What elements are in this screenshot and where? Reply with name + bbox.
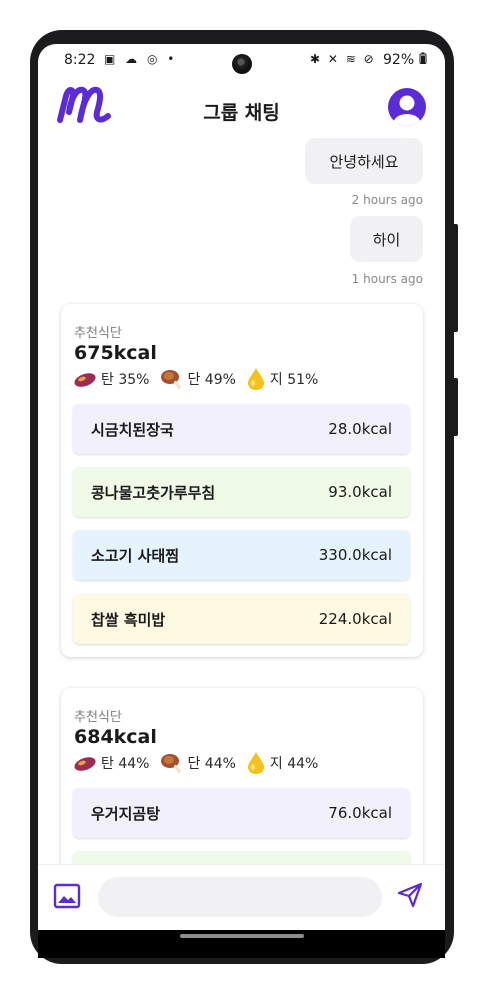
meat-icon: [161, 754, 182, 773]
page-title: 그룹 채팅: [203, 102, 280, 124]
battery-level: 92%: [383, 52, 427, 68]
app-screen: 8:22 ▣ ☁ ◎ • ✱ ✕ ≋ ⊘ 92% 그룹 채팅 안녕하세요 2 h: [38, 44, 445, 930]
chat-message: 안녕하세요: [329, 152, 399, 171]
message-input[interactable]: [98, 877, 382, 917]
food-name: 우거지곰탕: [91, 804, 161, 823]
food-item[interactable]: 시금치된장국 28.0kcal: [73, 404, 410, 454]
send-icon[interactable]: [396, 881, 424, 909]
macro-protein: 단 49%: [159, 368, 236, 390]
food-name: 콩나물고춧가루무침: [91, 483, 216, 502]
chat-message: 하이: [372, 230, 401, 249]
food-name: 시금치된장국: [91, 420, 174, 439]
food-kcal: 28.0kcal: [328, 420, 392, 438]
notification-icons: ▣ ☁ ◎ •: [104, 52, 178, 66]
macro-fat: 지 51%: [246, 367, 318, 391]
food-kcal: 330.0kcal: [318, 546, 392, 564]
oil-drop-icon: [247, 752, 264, 774]
chat-timestamp: 2 hours ago: [351, 193, 423, 207]
food-item[interactable]: 찹쌀 흑미밥 224.0kcal: [73, 594, 410, 644]
macro-protein: 단 44%: [159, 752, 236, 774]
food-item[interactable]: 우거지곰탕 76.0kcal: [73, 788, 410, 838]
food-item[interactable]: 콩나물고춧가루무침 93.0kcal: [73, 467, 410, 517]
side-button: [452, 224, 458, 332]
macro-carb: 탄 35%: [73, 369, 149, 389]
sweet-potato-icon: [74, 373, 96, 387]
side-button: [452, 378, 458, 436]
status-time: 8:22: [64, 52, 96, 68]
app-header: 그룹 채팅: [38, 78, 445, 142]
food-kcal: 93.0kcal: [328, 483, 392, 501]
food-item[interactable]: 소고기 사태찜 330.0kcal: [73, 530, 410, 580]
food-name: 소고기 사태찜: [91, 546, 180, 565]
meal-card[interactable]: 추천식단 675kcal 탄 35% 단 49% 지 51% 시금치된장국 28…: [61, 304, 423, 657]
status-bar: 8:22 ▣ ☁ ◎ • ✱ ✕ ≋ ⊘ 92%: [38, 44, 445, 78]
chat-bubble: 하이: [350, 216, 423, 262]
meal-card-label: 추천식단: [74, 326, 122, 341]
food-kcal: 224.0kcal: [318, 610, 392, 628]
camera-icon: [232, 54, 252, 74]
system-icons: ✱ ✕ ≋ ⊘: [310, 52, 376, 66]
message-input-bar: [38, 864, 445, 930]
sweet-potato-icon: [74, 757, 96, 771]
chat-timestamp: 1 hours ago: [351, 272, 423, 286]
battery-icon: [419, 52, 427, 64]
meal-total-kcal: 675kcal: [74, 342, 157, 364]
home-indicator[interactable]: [180, 934, 304, 938]
meat-icon: [161, 370, 182, 389]
image-attach-icon[interactable]: [52, 881, 82, 911]
macro-fat: 지 44%: [246, 751, 318, 775]
macro-ratios: 탄 35% 단 49% 지 51%: [73, 366, 328, 392]
meal-total-kcal: 684kcal: [74, 726, 157, 748]
profile-avatar-icon[interactable]: [388, 88, 426, 126]
macro-ratios: 탄 44% 단 44% 지 44%: [73, 750, 328, 776]
macro-carb: 탄 44%: [73, 753, 149, 773]
meal-card-label: 추천식단: [74, 710, 122, 725]
food-name: 찹쌀 흑미밥: [91, 610, 166, 629]
oil-drop-icon: [247, 368, 264, 390]
chat-bubble: 안녕하세요: [305, 138, 423, 184]
food-kcal: 76.0kcal: [328, 804, 392, 822]
